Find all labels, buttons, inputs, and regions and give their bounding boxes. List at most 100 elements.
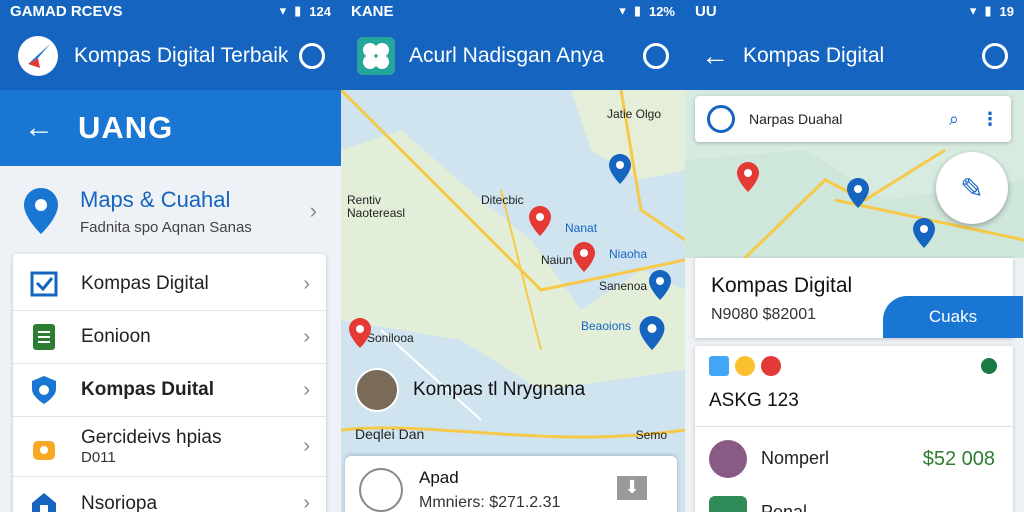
menu-item-sub: D011 [81, 449, 116, 466]
smiley-icon [735, 356, 755, 376]
map-pin-icon[interactable] [737, 162, 759, 192]
map-pin-icon[interactable] [573, 242, 595, 272]
status-dot [981, 358, 997, 374]
place-title: Kompas tl Nrygnana [413, 379, 586, 400]
menu-item[interactable]: Gercideivs hpias D011 › [13, 417, 326, 477]
app-bar: ← Kompas Digital [685, 22, 1024, 90]
status-left: GAMAD RCEVS [10, 2, 123, 20]
compass-logo-icon [18, 36, 58, 76]
info-card: Kompas Digital N9080 $82001 Cuaks [695, 258, 1023, 338]
menu-card: Kompas Digital › Eonioon › Kompas Duital… [13, 254, 326, 512]
map-pin-icon[interactable] [847, 178, 869, 208]
clover-logo-icon [357, 37, 395, 75]
map-view[interactable]: Jatie Olgo Rentiv Naotereasl Ditecbic Na… [341, 90, 685, 512]
menu-item-label: Eonioon [81, 326, 151, 347]
menu-item[interactable]: Kompas Digital › [13, 258, 326, 311]
list-item-amount: $52 008 [922, 448, 995, 470]
download-icon[interactable]: ⬇ [617, 476, 647, 500]
menu-item-label: Kompas Duital [81, 379, 215, 400]
search-bar[interactable]: Narpas Duahal ⌕ ⋮ [695, 96, 1011, 142]
map-pin-icon[interactable] [609, 154, 631, 184]
maps-title: Maps & Cuahal [80, 186, 231, 212]
map-canvas [341, 90, 685, 439]
maps-subtitle: Fadnita spo Aqnan Sanas [80, 218, 252, 236]
menu-item-label: Gercideivs hpias D011 [81, 427, 221, 466]
menu-item-title: Gercideivs hpias [81, 427, 222, 448]
menu-item-label: Kompas Digital [81, 273, 209, 294]
map-label: Nanat [565, 221, 598, 235]
pencil-icon: ✎ [960, 172, 984, 204]
emoji-row [709, 356, 781, 376]
app-avatar [709, 496, 747, 512]
back-arrow-icon[interactable]: ← [24, 111, 54, 145]
card-title: Apad [419, 468, 459, 487]
wifi-icon: ▾ [619, 3, 626, 18]
wifi-icon: ▾ [279, 3, 287, 18]
map-label: Beaoions [581, 319, 632, 333]
status-bar: KANE ▾ ▮ 12% [341, 0, 685, 22]
notification-icon[interactable] [643, 43, 669, 69]
list-item-name[interactable]: Nomperl [761, 448, 829, 469]
status-right: 12% [648, 3, 675, 19]
panel-detail: UU ▾ ▮ 19 ← Kompas Digital Narpas Duahal ⌕… [685, 0, 1024, 512]
home-icon [29, 489, 59, 512]
app-title: Acurl Nadisgan Anya [409, 44, 604, 67]
bottom-card[interactable]: Apad Mmniers: $271.2.31 ⬇ [345, 456, 677, 512]
battery-icon: ▮ [984, 3, 992, 18]
menu-item[interactable]: Nsoriopa › [13, 477, 326, 512]
back-arrow-icon[interactable]: ← [701, 40, 729, 72]
map-pin-icon [24, 188, 58, 234]
panel-map: KANE ▾ ▮ 12% Acurl Nadisgan Anya Jatie Olg… [341, 0, 685, 512]
chevron-right-icon: › [309, 198, 317, 223]
lock-icon [29, 432, 59, 462]
status-bar: GAMAD RCEVS ▾ ▮ 124 [0, 0, 341, 22]
edit-fab[interactable]: ✎ [936, 152, 1008, 224]
avatar [709, 440, 747, 478]
currency-icon [359, 468, 403, 512]
info-title: Kompas Digital [711, 274, 853, 297]
search-icon[interactable]: ⌕ [949, 109, 959, 130]
settings-icon[interactable] [982, 43, 1008, 69]
map-pin-icon[interactable] [913, 218, 935, 248]
map-label: Naiun [541, 253, 573, 267]
shield-icon [29, 375, 59, 405]
navigation-pin-icon[interactable] [639, 316, 665, 350]
status-left: KANE [351, 2, 394, 20]
map-label: Niaoha [609, 247, 648, 261]
alert-icon [761, 356, 781, 376]
map-label: Sanenoa [599, 279, 648, 293]
map-pin-icon[interactable] [529, 206, 551, 236]
sheet-icon [29, 322, 59, 352]
section-title: UANG [78, 110, 174, 145]
place-thumbnail [355, 368, 399, 412]
battery-icon: ▮ [294, 3, 302, 18]
map-pin-icon[interactable] [349, 318, 371, 348]
chevron-right-icon: › [303, 492, 310, 512]
app-logo-icon [707, 105, 735, 133]
menu-item-label: Nsoriopa [81, 492, 158, 512]
app-title: Kompas Digital [743, 44, 885, 67]
status-right: 19 [999, 3, 1014, 19]
menu-item[interactable]: Kompas Duital › [13, 364, 326, 417]
transactions-card: ASKG 123 Nomperl $52 008 Penal [695, 346, 1013, 512]
place-row[interactable]: Kompas tl Nrygnana [355, 368, 585, 412]
chat-icon[interactable] [299, 43, 325, 69]
more-vert-icon[interactable]: ⋮ [981, 109, 999, 130]
menu-item[interactable]: Eonioon › [13, 311, 326, 364]
chevron-right-icon: › [303, 378, 310, 401]
list-item-name[interactable]: Penal [761, 502, 807, 512]
map-pin-icon[interactable] [649, 270, 671, 300]
maps-row[interactable]: Maps & Cuahal Fadnita spo Aqnan Sanas › [0, 174, 341, 248]
chart-icon [709, 356, 729, 376]
cta-button[interactable]: Cuaks [883, 296, 1023, 338]
app-bar: Acurl Nadisgan Anya [341, 22, 685, 90]
status-left: UU [695, 2, 717, 20]
status-bar: UU ▾ ▮ 19 [685, 0, 1024, 22]
divider [695, 426, 1013, 427]
wifi-icon: ▾ [969, 3, 977, 18]
check-mail-icon [29, 269, 59, 299]
status-right: 124 [309, 3, 331, 19]
card-subtitle: Mmniers: $271.2.31 [419, 494, 561, 511]
map-label: Rentiv Naotereasl [347, 193, 406, 220]
search-text: Narpas Duahal [749, 111, 843, 127]
